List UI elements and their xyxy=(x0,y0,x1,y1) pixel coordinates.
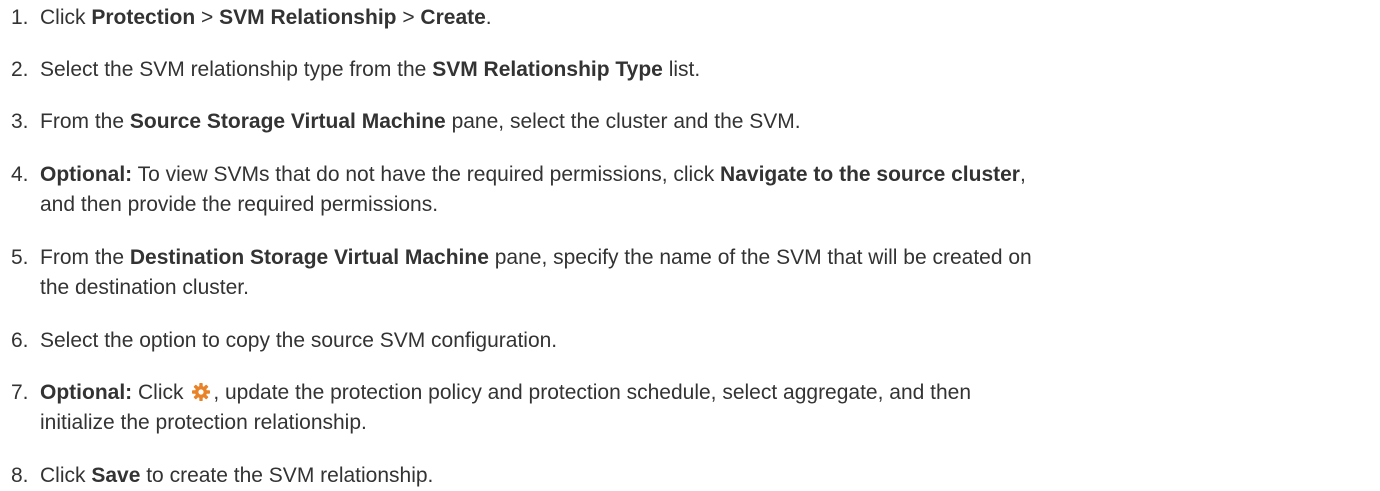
bold-term: Optional: xyxy=(40,381,133,404)
text-run: pane, select the cluster and the SVM. xyxy=(445,110,801,133)
bold-term: SVM Relationship xyxy=(219,6,397,29)
text-run: initialize the protection relationship. xyxy=(40,411,367,434)
step-item: 2. Select the SVM relationship type from … xyxy=(0,55,1380,85)
step-text: From the Destination Storage Virtual Mac… xyxy=(40,243,1380,303)
step-number: 4. xyxy=(11,163,29,186)
bold-term: Optional: xyxy=(40,163,133,186)
step-item: 3. From the Source Storage Virtual Machin… xyxy=(0,107,1380,137)
step-item: 8. Click Save to create the SVM relations… xyxy=(0,461,1380,491)
text-run: > xyxy=(195,6,220,29)
step-number: 8. xyxy=(11,464,29,487)
step-number: 6. xyxy=(11,329,29,352)
bold-term: Destination Storage Virtual Machine xyxy=(129,246,489,269)
bold-term: Protection xyxy=(91,6,196,29)
step-text: Click Save to create the SVM relationshi… xyxy=(40,461,1380,491)
text-run: to create the SVM relationship. xyxy=(140,464,434,487)
bold-term: Save xyxy=(91,464,141,487)
text-run: list. xyxy=(662,58,701,81)
text-run: From the xyxy=(40,246,130,269)
text-run: , update the protection policy and prote… xyxy=(213,381,972,404)
bold-term: Create xyxy=(420,6,486,29)
text-run: Select the SVM relationship type from th… xyxy=(40,58,433,81)
step-item: 6. Select the option to copy the source S… xyxy=(0,326,1380,356)
step-item: 7. Optional: Click , update the protectio… xyxy=(0,378,1380,438)
step-item: 5. From the Destination Storage Virtual M… xyxy=(0,243,1380,303)
text-run: Click xyxy=(132,381,190,404)
text-run: From the xyxy=(40,110,130,133)
text-run: Click xyxy=(40,6,92,29)
bold-term: SVM Relationship Type xyxy=(432,58,663,81)
step-text: Optional: Click , update the protection … xyxy=(40,378,1380,438)
bold-term: Source Storage Virtual Machine xyxy=(129,110,446,133)
step-number: 1. xyxy=(11,6,29,29)
text-run: pane, specify the name of the SVM that w… xyxy=(488,246,1032,269)
step-number: 3. xyxy=(11,110,29,133)
text-run: , xyxy=(1019,163,1026,186)
text-run: and then provide the required permission… xyxy=(40,193,439,216)
step-item: 1. Click Protection > SVM Relationship > … xyxy=(0,3,1380,33)
step-text: Optional: To view SVMs that do not have … xyxy=(40,160,1380,220)
bold-term: Navigate to the source cluster xyxy=(720,163,1020,186)
text-run: the destination cluster. xyxy=(40,276,249,299)
text-run: To view SVMs that do not have the requir… xyxy=(132,163,721,186)
text-run: Select the option to copy the source SVM… xyxy=(40,329,558,352)
step-text: From the Source Storage Virtual Machine … xyxy=(40,107,1380,137)
step-number: 7. xyxy=(11,381,29,404)
step-number: 5. xyxy=(11,246,29,269)
step-text: Select the SVM relationship type from th… xyxy=(40,55,1380,85)
text-run: . xyxy=(485,6,492,29)
step-number: 2. xyxy=(11,58,29,81)
step-text: Click Protection > SVM Relationship > Cr… xyxy=(40,3,1380,33)
text-run: Click xyxy=(40,464,92,487)
step-item: 4. Optional: To view SVMs that do not hav… xyxy=(0,160,1380,220)
text-run: > xyxy=(396,6,421,29)
gear-icon xyxy=(191,381,211,401)
step-text: Select the option to copy the source SVM… xyxy=(40,326,1380,356)
